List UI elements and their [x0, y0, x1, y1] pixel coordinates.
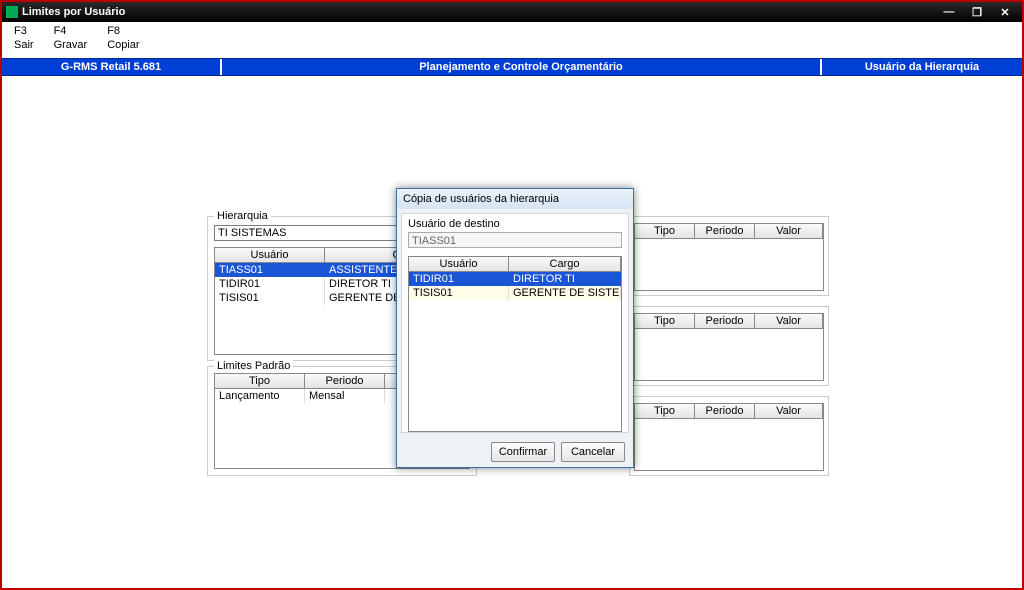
- menu-gravar[interactable]: Gravar: [48, 38, 102, 52]
- col-usuario: Usuário: [409, 257, 509, 271]
- menu-f4-key: F4: [48, 24, 102, 38]
- dialog-title: Cópia de usuários da hierarquia: [397, 189, 633, 209]
- window-titlebar: Limites por Usuário — ❐ ✕: [0, 0, 1024, 22]
- menubar: F3 F4 F8 Sair Gravar Copiar: [2, 22, 1022, 58]
- confirm-button[interactable]: Confirmar: [491, 442, 555, 462]
- col-usuario: Usuário: [215, 248, 325, 262]
- app-icon: [6, 6, 18, 18]
- menu-f8-key: F8: [101, 24, 153, 38]
- group-right-1: Tipo Periodo Valor: [629, 216, 829, 296]
- screen-title: Usuário da Hierarquia: [822, 59, 1022, 75]
- col-cargo: Cargo: [509, 257, 621, 271]
- dest-user-input: TIASS01: [408, 232, 622, 248]
- col-periodo: Periodo: [695, 224, 755, 238]
- cancel-button[interactable]: Cancelar: [561, 442, 625, 462]
- close-button[interactable]: ✕: [992, 4, 1018, 20]
- table-row[interactable]: TIDIR01 DIRETOR TI: [409, 272, 621, 286]
- table-row[interactable]: TISIS01 GERENTE DE SISTEMAS: [409, 286, 621, 300]
- group-hierarquia-label: Hierarquia: [214, 210, 271, 222]
- workarea: Hierarquia TI SISTEMAS Usuário C TIASS01…: [2, 76, 1022, 588]
- minimize-button[interactable]: —: [936, 4, 962, 20]
- app-version: G-RMS Retail 5.681: [2, 59, 222, 75]
- table-right-3[interactable]: Tipo Periodo Valor: [634, 403, 824, 471]
- module-title: Planejamento e Controle Orçamentário: [222, 59, 822, 75]
- group-right-2: Tipo Periodo Valor: [629, 306, 829, 386]
- table-copia-usuarios[interactable]: Usuário Cargo TIDIR01 DIRETOR TI TISIS01…: [408, 256, 622, 432]
- maximize-button[interactable]: ❐: [964, 4, 990, 20]
- col-periodo: Periodo: [305, 374, 385, 388]
- dialog-copia-usuarios: Cópia de usuários da hierarquia Usuário …: [396, 188, 634, 468]
- menu-sair[interactable]: Sair: [8, 38, 48, 52]
- menu-copiar[interactable]: Copiar: [101, 38, 153, 52]
- group-limites-label: Limites Padrão: [214, 360, 293, 372]
- col-valor: Valor: [755, 224, 823, 238]
- table-right-1[interactable]: Tipo Periodo Valor: [634, 223, 824, 291]
- col-tipo: Tipo: [635, 224, 695, 238]
- group-right-3: Tipo Periodo Valor: [629, 396, 829, 476]
- window-title: Limites por Usuário: [22, 6, 934, 18]
- dest-user-label: Usuário de destino: [408, 218, 500, 230]
- menu-f3-key: F3: [8, 24, 48, 38]
- col-tipo: Tipo: [215, 374, 305, 388]
- table-right-2[interactable]: Tipo Periodo Valor: [634, 313, 824, 381]
- context-bar: G-RMS Retail 5.681 Planejamento e Contro…: [2, 58, 1022, 76]
